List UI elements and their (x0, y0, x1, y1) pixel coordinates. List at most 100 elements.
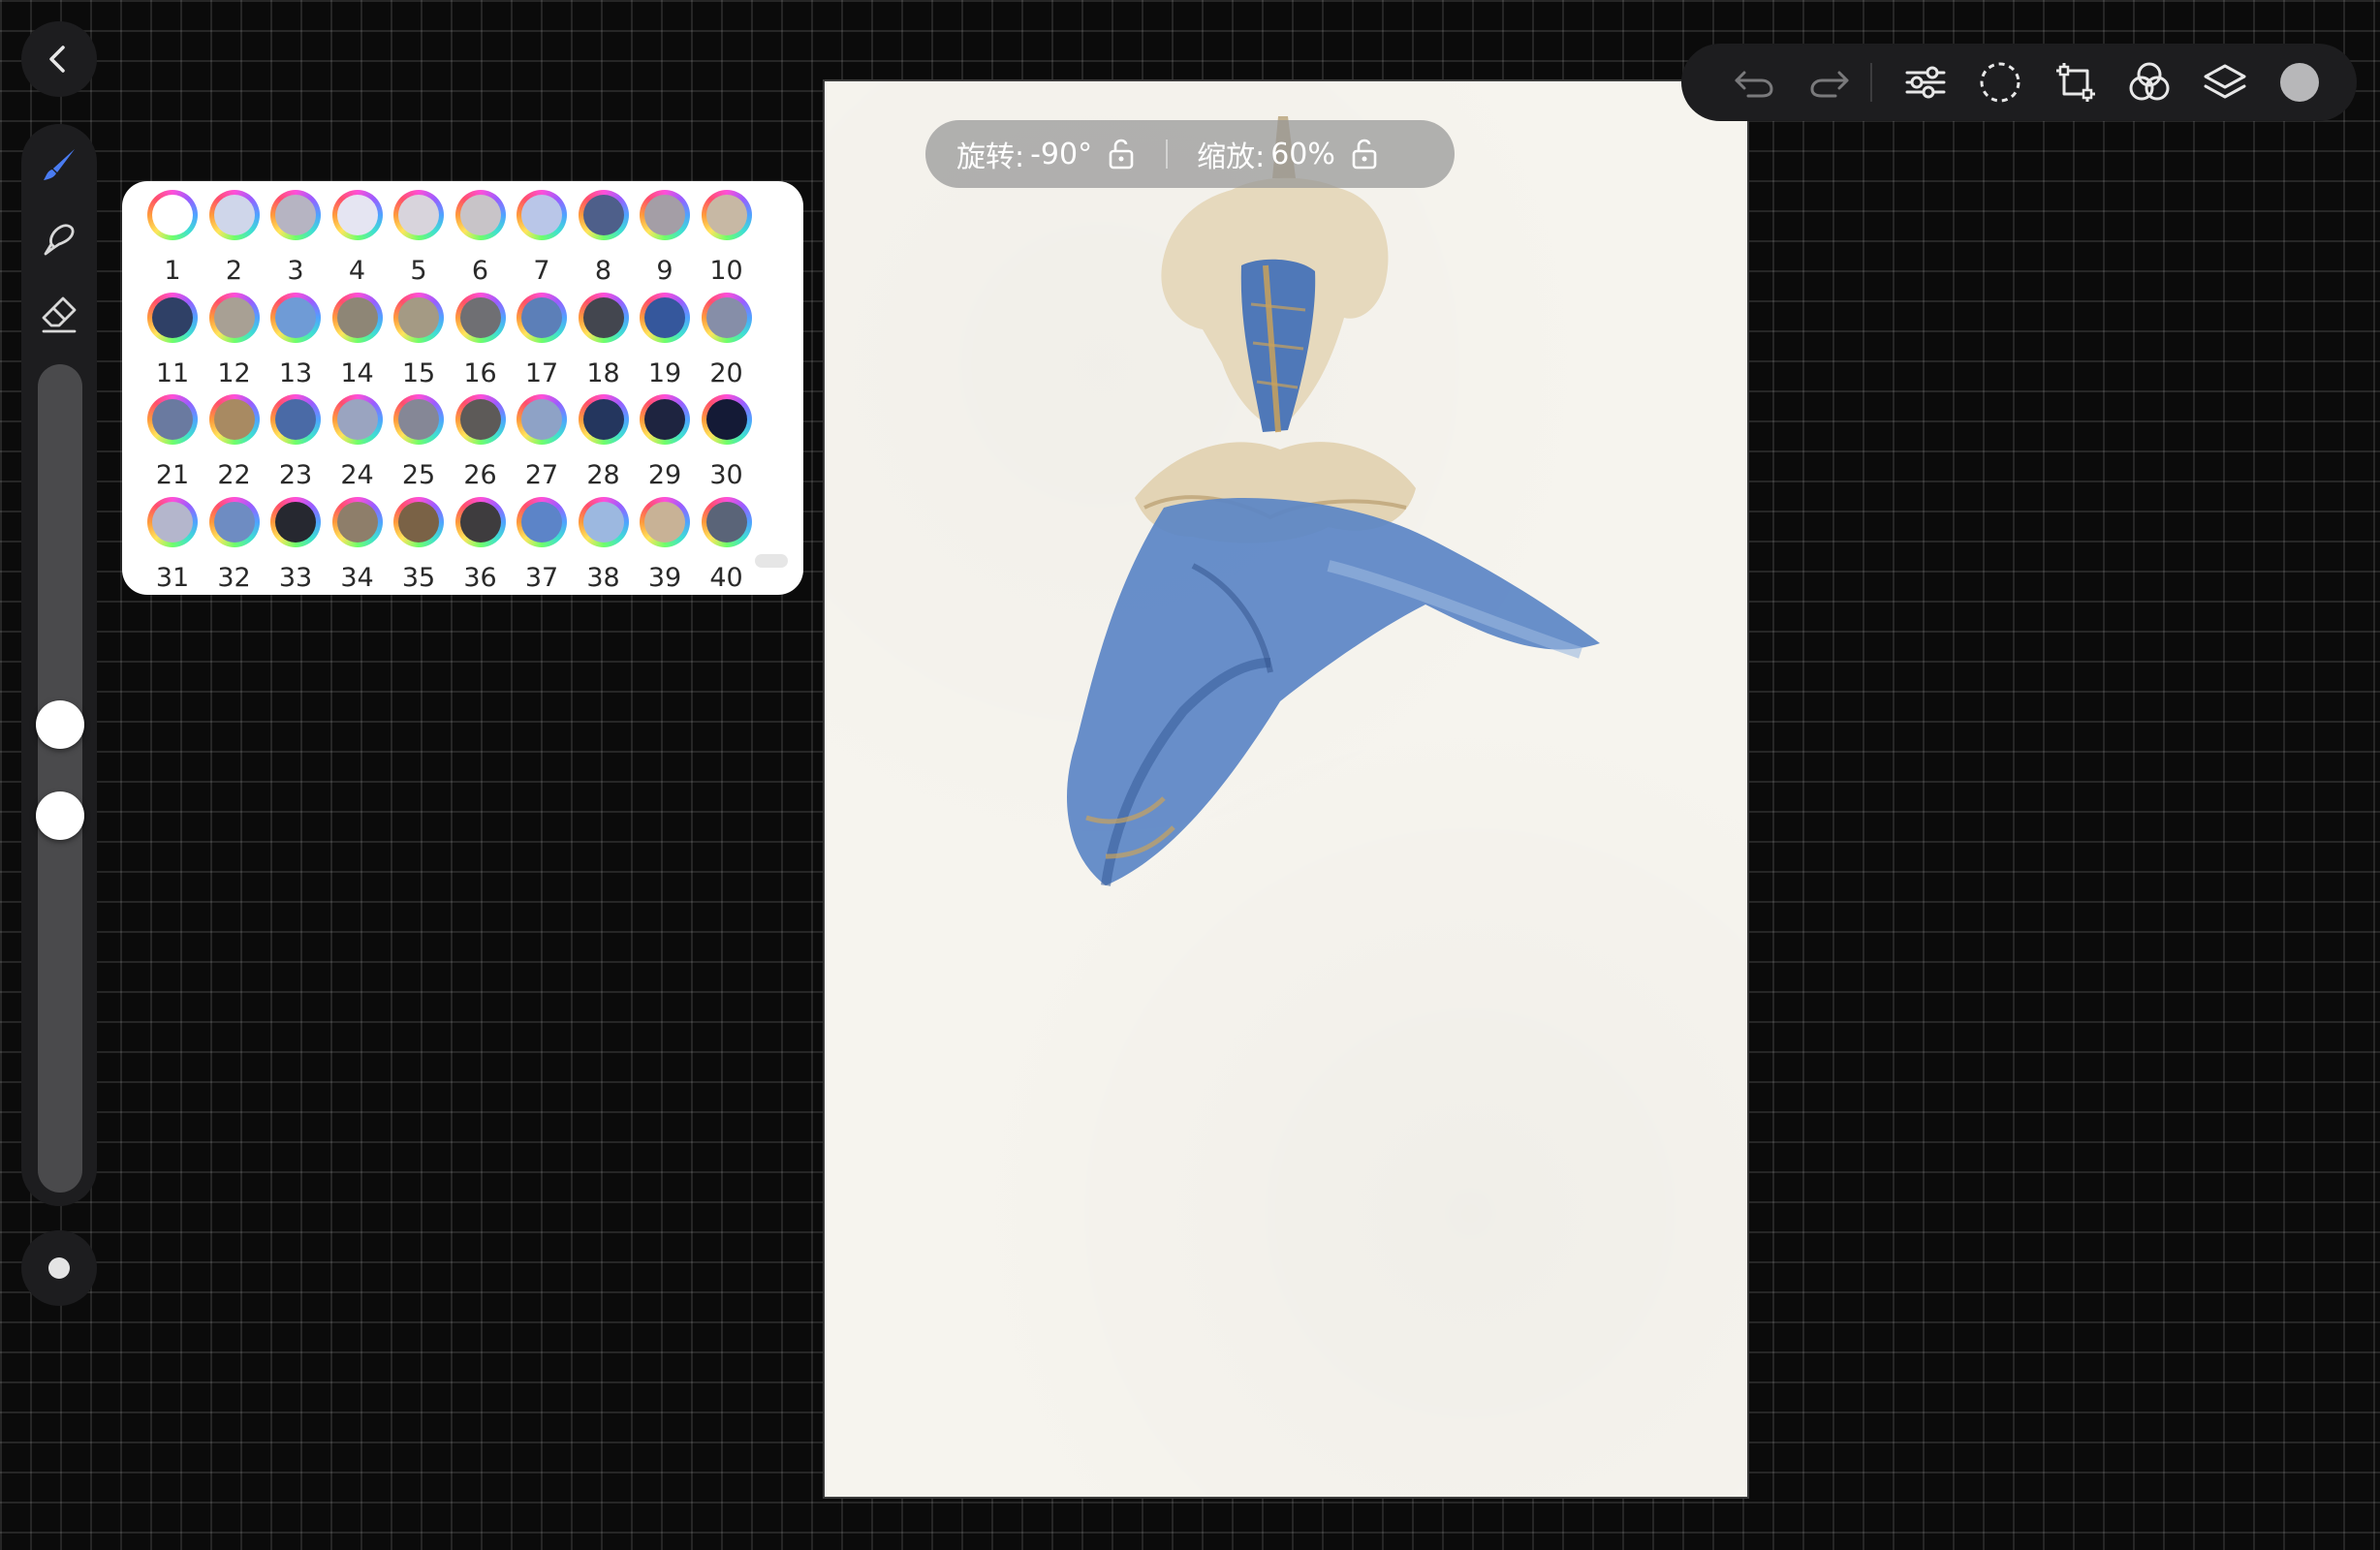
palette-swatch[interactable]: 15 (390, 292, 448, 389)
palette-swatch[interactable]: 36 (452, 496, 510, 594)
palette-swatch[interactable]: 8 (575, 190, 633, 287)
swatch-color (640, 394, 690, 445)
palette-swatch[interactable]: 13 (266, 292, 325, 389)
palette-swatch[interactable]: 10 (698, 190, 756, 287)
swatch-number: 18 (586, 357, 620, 388)
swatch-color (331, 496, 383, 547)
brush-size-slider[interactable] (36, 364, 84, 1193)
modifier-button[interactable] (21, 1230, 97, 1306)
brush-tool-button[interactable] (21, 134, 97, 196)
palette-swatch[interactable]: 12 (205, 292, 264, 389)
palette-swatch[interactable]: 34 (329, 496, 387, 594)
palette-swatch[interactable]: 31 (143, 496, 202, 594)
swatch-number: 21 (155, 460, 190, 490)
adjustments-button[interactable] (1896, 44, 1955, 121)
palette-resize-handle[interactable] (755, 554, 788, 568)
smudge-tool-button[interactable] (21, 209, 97, 271)
swatch-color (270, 292, 321, 343)
palette-swatch[interactable]: 39 (636, 496, 694, 594)
undo-button[interactable] (1725, 44, 1783, 121)
palette-swatch[interactable]: 5 (390, 190, 448, 287)
swatch-number: 27 (524, 460, 559, 490)
swatch-color (147, 394, 198, 445)
swatch-color (517, 394, 567, 445)
palette-swatch[interactable]: 38 (575, 496, 633, 594)
palette-swatch[interactable]: 23 (266, 394, 325, 491)
palette-swatch[interactable]: 1 (143, 190, 202, 287)
palette-swatch[interactable]: 24 (329, 394, 387, 491)
palette-swatch[interactable]: 29 (636, 394, 694, 491)
palette-swatch[interactable]: 19 (636, 292, 694, 389)
swatch-number: 13 (278, 357, 313, 388)
palette-swatch[interactable]: 20 (698, 292, 756, 389)
swatch-number: 37 (524, 562, 559, 593)
swatch-color (208, 190, 260, 240)
palette-swatch[interactable]: 4 (329, 190, 387, 287)
palette-swatch[interactable]: 7 (513, 190, 571, 287)
swatch-number: 33 (278, 562, 313, 593)
swatch-number: 6 (471, 256, 489, 286)
swatch-number: 14 (340, 357, 374, 388)
eraser-tool-button[interactable] (21, 283, 97, 345)
blend-button[interactable] (2120, 44, 2178, 121)
palette-swatch[interactable]: 18 (575, 292, 633, 389)
transform-icon (2056, 63, 2095, 102)
rotate-unlock-icon[interactable] (1106, 138, 1137, 170)
palette-swatch[interactable]: 17 (513, 292, 571, 389)
swatch-number: 20 (709, 357, 743, 388)
palette-swatch[interactable]: 40 (698, 496, 756, 594)
drawing-canvas[interactable] (823, 79, 1749, 1499)
modifier-dot-icon (48, 1257, 70, 1279)
layers-button[interactable] (2196, 44, 2254, 121)
palette-swatch[interactable]: 28 (575, 394, 633, 491)
color-button[interactable] (2270, 44, 2329, 121)
swatch-color (640, 292, 690, 343)
palette-swatch[interactable]: 21 (143, 394, 202, 491)
swatch-number: 26 (463, 460, 497, 490)
back-button[interactable] (21, 21, 97, 97)
palette-swatch[interactable]: 27 (513, 394, 571, 491)
palette-swatch[interactable]: 3 (266, 190, 325, 287)
palette-swatch[interactable]: 37 (513, 496, 571, 594)
palette-swatch[interactable]: 9 (636, 190, 694, 287)
selection-button[interactable] (1971, 44, 2029, 121)
swatch-color (454, 190, 506, 240)
palette-swatch[interactable]: 25 (390, 394, 448, 491)
swatch-number: 34 (340, 562, 374, 593)
opacity-knob[interactable] (36, 791, 84, 840)
brush-size-knob[interactable] (36, 700, 84, 749)
hud-divider (1166, 140, 1169, 169)
zoom-unlock-icon[interactable] (1349, 138, 1380, 170)
swatch-color (578, 190, 629, 240)
swatch-color (701, 292, 752, 343)
palette-swatch[interactable]: 32 (205, 496, 264, 594)
palette-swatch[interactable]: 22 (205, 394, 264, 491)
smudge-icon (44, 224, 75, 256)
swatch-color (393, 394, 444, 445)
palette-swatch[interactable]: 11 (143, 292, 202, 389)
swatch-number: 2 (225, 256, 243, 286)
toolbar-divider (1870, 63, 1872, 102)
swatch-color (208, 496, 260, 547)
dress-artwork (1067, 116, 1600, 886)
swatch-color (208, 394, 260, 445)
palette-swatch[interactable]: 33 (266, 496, 325, 594)
tool-sidebar (21, 124, 97, 1206)
palette-swatch[interactable]: 26 (452, 394, 510, 491)
swatch-number: 23 (278, 460, 313, 490)
rotate-label: 旋转: (956, 140, 1025, 174)
swatch-color (331, 190, 383, 240)
transform-hud: 旋转: -90° 缩放: 60% (925, 120, 1455, 188)
redo-icon (1810, 71, 1849, 98)
swatch-color (578, 292, 629, 343)
transform-button[interactable] (2047, 44, 2105, 121)
palette-swatch[interactable]: 16 (452, 292, 510, 389)
palette-swatch[interactable]: 14 (329, 292, 387, 389)
swatch-number: 28 (586, 460, 620, 490)
palette-swatch[interactable]: 6 (452, 190, 510, 287)
palette-swatch[interactable]: 30 (698, 394, 756, 491)
layers-icon (2204, 64, 2246, 99)
palette-swatch[interactable]: 35 (390, 496, 448, 594)
redo-button[interactable] (1801, 44, 1859, 121)
palette-swatch[interactable]: 2 (205, 190, 264, 287)
